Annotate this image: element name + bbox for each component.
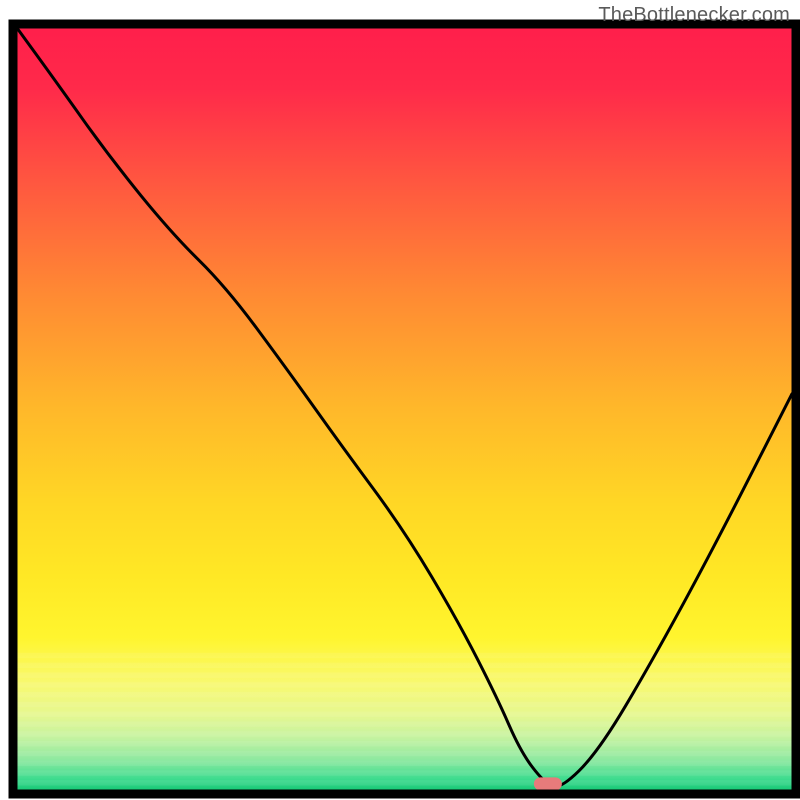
bottleneck-chart: TheBottlenecker.com [0, 0, 800, 800]
optimal-marker [534, 777, 562, 790]
watermark-text: TheBottlenecker.com [598, 4, 790, 27]
chart-svg [0, 0, 800, 800]
